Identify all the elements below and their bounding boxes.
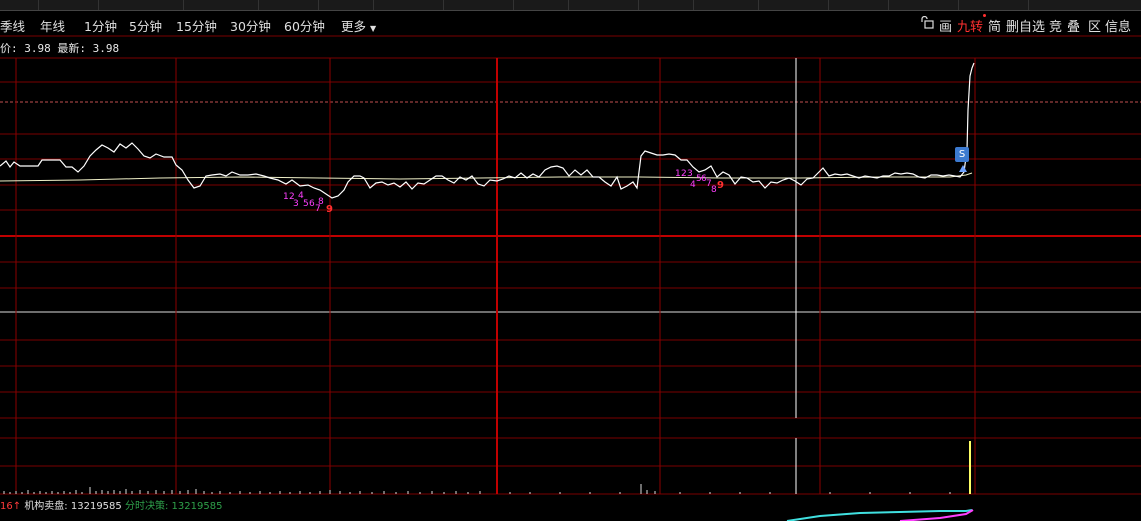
td-seq-label: 1 (675, 169, 681, 179)
indicator-line-cyan (786, 509, 973, 521)
td-seq-label: 1 (283, 192, 289, 202)
td-seq-label: 2 (681, 169, 687, 179)
td-seq-nine: 9 (717, 180, 724, 191)
td-seq-label: 3 (687, 169, 693, 179)
fenshi-value: 13219585 (171, 501, 223, 512)
inst-sell-value: 13219585 (70, 501, 122, 512)
td-seq-label: 7 (315, 204, 321, 214)
sell-signal-marker[interactable]: S (955, 147, 969, 162)
td-seq-label: 6 (309, 199, 315, 209)
grid-horizontal (0, 35, 1141, 495)
grid-vertical (15, 58, 976, 494)
signal-arrow (959, 165, 967, 172)
volume-bars (3, 484, 951, 494)
td-seq-label: 3 (293, 199, 299, 209)
up-arrow-icon: ↑ (12, 501, 22, 512)
td-seq-nine: 9 (326, 204, 333, 215)
fenshi-label: 分时决策: (124, 501, 169, 512)
avg-price-line (0, 172, 973, 182)
td-seq-label: 8 (711, 185, 717, 195)
td-seq-label: 5 (303, 199, 309, 209)
indicator-status-bar: 16↑ 机构卖盘: 13219585 分时决策: 13219585 (0, 497, 222, 512)
td-seq-label: 4 (690, 180, 696, 190)
status-prefix: 16 (0, 501, 13, 512)
intraday-chart[interactable] (0, 0, 1141, 521)
inst-sell-label: 机构卖盘: (24, 501, 68, 512)
